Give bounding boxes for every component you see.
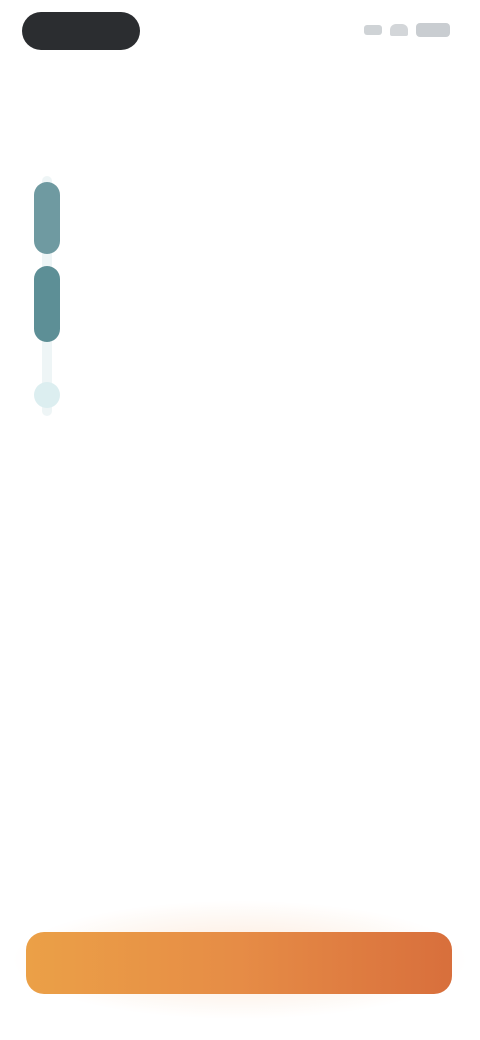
status-icons [364,20,450,40]
timeline-item [86,180,466,190]
timeline-item [86,388,466,398]
signal-icon [364,25,382,35]
timeline-step-2-marker [34,266,60,342]
wifi-icon [390,24,408,36]
timeline-step-1-marker [34,182,60,254]
dynamic-island [22,12,140,50]
battery-icon [416,23,450,37]
continue-button[interactable] [26,932,452,994]
timeline-item [86,284,466,294]
timeline-step-3-marker [34,382,60,408]
status-bar [0,0,480,64]
